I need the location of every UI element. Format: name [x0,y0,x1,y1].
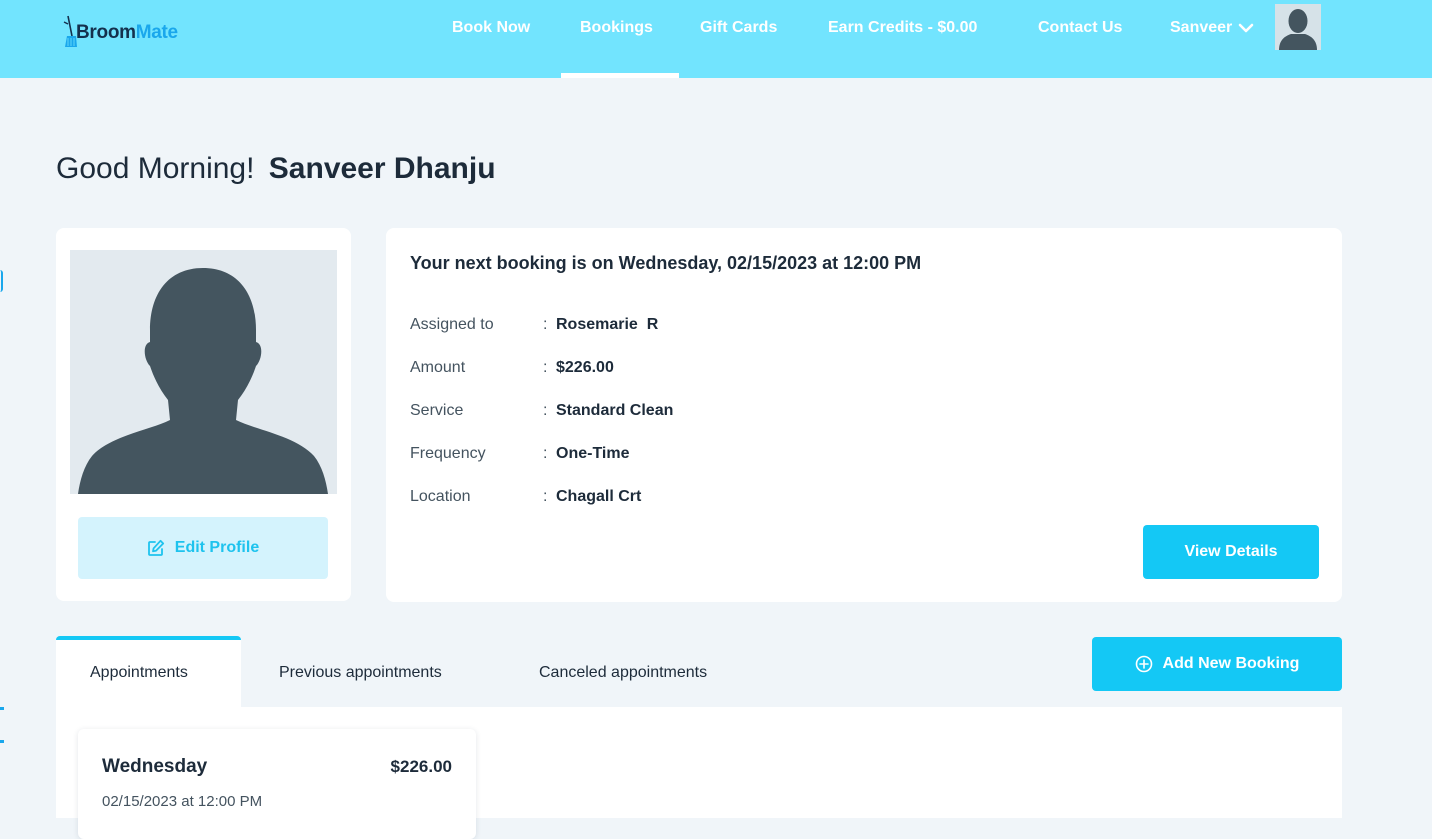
detail-value: $226.00 [556,359,614,376]
brand-name: BroomMate [76,22,178,44]
brand-name-part1: Broom [76,22,136,43]
detail-label: Amount [410,359,466,376]
brand-name-part2: Mate [135,22,178,43]
detail-value: Rosemarie R [556,316,659,333]
appointment-card[interactable]: Wednesday $226.00 02/15/2023 at 12:00 PM [78,729,476,839]
detail-label: Service [410,402,464,419]
edit-profile-button[interactable]: Edit Profile [78,517,328,579]
add-new-booking-button[interactable]: Add New Booking [1092,637,1342,691]
detail-separator: : [543,359,548,376]
view-details-button[interactable]: View Details [1143,525,1319,579]
detail-value: Chagall Crt [556,488,642,505]
detail-label: Assigned to [410,316,494,333]
appointments-panel: Wednesday $226.00 02/15/2023 at 12:00 PM [56,707,1342,839]
profile-card: Edit Profile [56,228,351,601]
detail-separator: : [543,445,548,462]
top-navbar: BroomMate Book Now Bookings Gift Cards E… [0,0,1432,78]
appointment-datetime: 02/15/2023 at 12:00 PM [102,793,263,810]
detail-value: One-Time [556,445,630,462]
add-new-booking-label: Add New Booking [1162,655,1300,672]
user-menu-label: Sanveer [1170,19,1233,36]
tab-canceled-appointments[interactable]: Canceled appointments [539,662,707,684]
nav-active-indicator [561,73,679,78]
nav-book-now[interactable]: Book Now [452,17,530,39]
plus-circle-icon [1135,655,1152,673]
nav-bookings[interactable]: Bookings [580,17,653,39]
profile-photo [70,250,337,494]
user-avatar[interactable] [1275,4,1321,50]
appointment-day: Wednesday [102,756,208,777]
nav-contact-us[interactable]: Contact Us [1038,17,1122,39]
user-silhouette-icon [1279,9,1317,50]
next-booking-title: Your next booking is on Wednesday, 02/15… [410,253,922,273]
greeting-user-name: Sanveer Dhanju [268,152,496,185]
nav-gift-cards[interactable]: Gift Cards [700,17,777,39]
page-greeting: Good Morning! Sanveer Dhanju [56,152,496,186]
detail-label: Frequency [410,445,486,462]
next-booking-card: Your next booking is on Wednesday, 02/15… [386,228,1342,602]
edge-artifact [0,270,3,292]
edge-artifact [0,740,4,743]
edit-profile-label: Edit Profile [174,539,260,556]
tab-appointments[interactable]: Appointments [90,662,188,684]
broom-icon [62,14,78,48]
detail-label: Location [410,488,471,505]
appointment-amount: $226.00 [390,757,452,776]
detail-value: Standard Clean [556,402,674,419]
nav-earn-credits[interactable]: Earn Credits - $0.00 [828,17,977,39]
detail-separator: : [543,402,548,419]
edge-artifact [0,707,4,710]
edit-icon [147,539,164,556]
greeting-prefix: Good Morning! [56,152,255,185]
detail-separator: : [543,316,548,333]
brand-logo[interactable]: BroomMate [62,14,178,48]
tab-previous-appointments[interactable]: Previous appointments [279,662,442,684]
user-silhouette-icon [78,268,328,494]
user-menu-toggle[interactable]: Sanveer [1170,17,1254,39]
chevron-down-icon [1238,23,1254,33]
detail-separator: : [543,488,548,505]
